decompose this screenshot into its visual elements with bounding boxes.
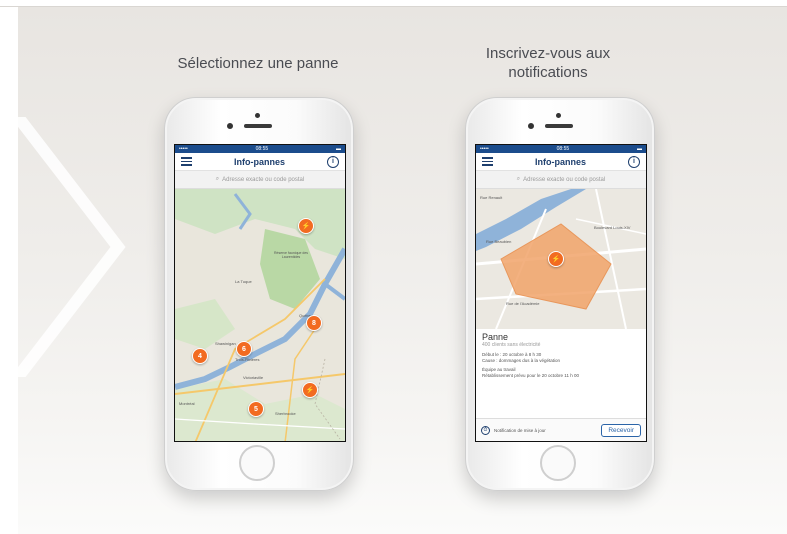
outage-marker[interactable]: ⚡ — [548, 251, 564, 267]
screen-right: ••••• 08:55 ▬ Info-pannes i ⌕ Adresse ex… — [475, 144, 647, 442]
outage-marker[interactable]: ⚡ — [302, 382, 318, 398]
outage-marker[interactable]: 5 — [248, 401, 264, 417]
street-label: Boulevard Louis-XIV — [594, 225, 631, 230]
search-icon: ⌕ — [215, 176, 220, 182]
info-icon[interactable]: i — [628, 155, 640, 168]
search-icon: ⌕ — [516, 176, 521, 182]
street-label: Rue Renault — [480, 195, 503, 200]
carrier-signal: ••••• — [480, 146, 489, 152]
top-border — [0, 0, 787, 7]
notification-bar: ⏱ Notification de mise à jour Recevoir — [476, 418, 646, 441]
promo-background: Sélectionnez une panne Inscrivez-vous au… — [18, 7, 787, 534]
search-input[interactable]: ⌕ Adresse exacte ou code postal — [476, 171, 646, 189]
caption-select-outage: Sélectionnez une panne — [177, 55, 339, 72]
app-title: Info-pannes — [234, 156, 285, 167]
search-input[interactable]: ⌕ Adresse exacte ou code postal — [175, 171, 345, 189]
outage-map[interactable]: La Tuque Québec Shawinigan Trois-Rivière… — [175, 189, 345, 441]
status-time: 08:55 — [556, 146, 570, 152]
outage-cause: Cause : dommages dus à la végétation — [482, 358, 561, 363]
outage-marker[interactable]: ⚡ — [298, 218, 314, 234]
status-bar: ••••• 08:55 ▬ — [476, 145, 646, 153]
search-placeholder: Adresse exacte ou code postal — [222, 176, 305, 183]
outage-marker[interactable]: 4 — [192, 348, 208, 364]
info-icon[interactable]: i — [327, 155, 339, 168]
speaker — [545, 124, 573, 128]
map-label: Réserve faunique des Laurentides — [273, 251, 309, 259]
status-time: 08:55 — [255, 146, 269, 152]
map-label: Shawinigan — [215, 341, 236, 346]
front-sensor — [528, 123, 534, 129]
screen-left: ••••• 08:55 ▬ Info-pannes i ⌕ Adresse ex… — [174, 144, 346, 442]
outage-detail-map[interactable]: Rue Renault Rue Beaubien Rue de l'Académ… — [476, 188, 646, 330]
caption-subscribe-line1: Inscrivez-vous aux — [485, 45, 611, 62]
outage-marker[interactable]: 6 — [236, 341, 252, 357]
carrier-signal: ••••• — [179, 146, 188, 152]
receive-button[interactable]: Recevoir — [601, 423, 641, 437]
outage-title: Panne — [482, 332, 509, 342]
outage-marker[interactable]: 8 — [306, 315, 322, 331]
street-label: Rue de l'Académie — [506, 301, 540, 306]
map-label: Trois-Rivières — [235, 357, 260, 362]
app-title: Info-pannes — [535, 156, 586, 167]
clock-icon: ⏱ — [481, 425, 490, 435]
front-sensor — [227, 123, 233, 129]
speaker — [244, 124, 272, 128]
battery-icon: ▬ — [637, 146, 642, 152]
camera — [255, 113, 260, 118]
map-label: Sherbrooke — [275, 411, 296, 416]
nav-bar: Info-pannes i — [175, 153, 345, 171]
menu-icon[interactable] — [482, 155, 493, 168]
notification-label: Notification de mise à jour — [494, 427, 546, 433]
menu-icon[interactable] — [181, 155, 192, 168]
caption-subscribe: Inscrivez-vous aux notifications — [448, 44, 648, 82]
map-label: Montréal — [179, 401, 195, 406]
map-label: La Tuque — [235, 279, 252, 284]
street-label: Rue Beaubien — [486, 239, 512, 244]
map-label: Victoriaville — [243, 375, 264, 380]
outage-detail-panel: Panne 400 clients sans électricité Début… — [476, 329, 646, 382]
chevron-decoration — [18, 117, 126, 377]
caption-subscribe-line2: notifications — [508, 64, 588, 81]
nav-bar: Info-pannes i — [476, 153, 646, 171]
camera — [556, 113, 561, 118]
home-button[interactable] — [540, 445, 576, 481]
battery-icon: ▬ — [336, 146, 341, 152]
phone-right: ••••• 08:55 ▬ Info-pannes i ⌕ Adresse ex… — [465, 97, 655, 491]
search-placeholder: Adresse exacte ou code postal — [523, 176, 606, 183]
outage-restore: Rétablissement prévu pour le 20 octobre … — [482, 373, 579, 378]
home-button[interactable] — [239, 445, 275, 481]
phone-left: ••••• 08:55 ▬ Info-pannes i ⌕ Adresse ex… — [164, 97, 354, 491]
outage-client-count: 400 clients sans électricité — [482, 342, 541, 348]
status-bar: ••••• 08:55 ▬ — [175, 145, 345, 153]
